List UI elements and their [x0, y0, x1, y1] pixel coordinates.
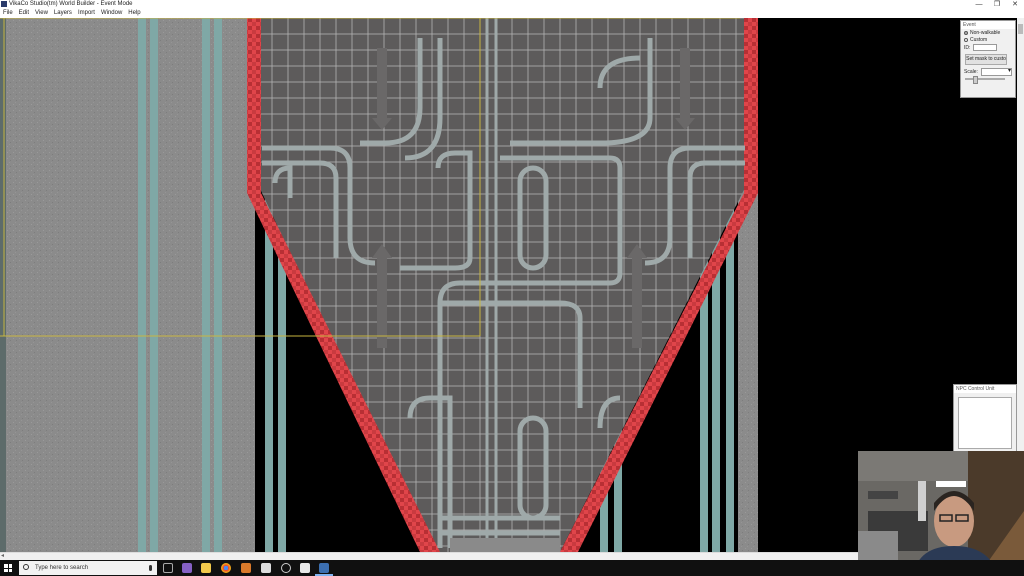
scroll-thumb[interactable] — [1018, 24, 1023, 34]
id-field: ID: — [964, 44, 1012, 51]
bottom-wall — [450, 538, 560, 552]
menu-file[interactable]: File — [3, 9, 13, 18]
vika-icon[interactable] — [319, 563, 329, 573]
settings-icon[interactable] — [281, 563, 291, 573]
radio-non-walkable[interactable]: Non-walkable — [964, 30, 1012, 36]
taskbar: Type here to search — [0, 560, 1024, 576]
search-icon — [23, 564, 29, 570]
visual-studio-icon[interactable] — [182, 563, 192, 573]
npc-control-panel: NPC Control Unit — [953, 384, 1017, 452]
menu-help[interactable]: Help — [128, 9, 140, 18]
id-input[interactable] — [973, 44, 998, 51]
apps-icon[interactable] — [261, 563, 271, 573]
radio-dot-icon — [964, 31, 968, 35]
windows-start-icon[interactable] — [4, 564, 12, 572]
webcam-image — [858, 451, 1024, 576]
menu-bar: File Edit View Layers Import Window Help — [0, 9, 1024, 18]
maximize-button[interactable]: ❐ — [988, 0, 1006, 9]
npc-panel-body — [958, 397, 1012, 449]
window-controls: — ❐ ✕ — [970, 0, 1024, 9]
scroll-left-icon[interactable]: ◂ — [1, 553, 4, 560]
task-view-icon[interactable] — [163, 563, 173, 573]
close-button[interactable]: ✕ — [1006, 0, 1024, 9]
scale-field: Scale: — [964, 67, 1012, 76]
scale-slider[interactable] — [965, 76, 1005, 84]
npc-panel-title: NPC Control Unit — [954, 385, 1016, 393]
menu-edit[interactable]: Edit — [19, 9, 29, 18]
chrome-icon[interactable] — [221, 563, 231, 573]
search-placeholder: Type here to search — [35, 565, 89, 571]
microphone-icon[interactable] — [149, 565, 152, 571]
minimize-button[interactable]: — — [970, 0, 988, 9]
file-explorer-icon[interactable] — [201, 563, 211, 573]
menu-layers[interactable]: Layers — [54, 9, 72, 18]
menu-import[interactable]: Import — [78, 9, 95, 18]
title-bar: VikaCo Studio(tm) World Builder - Event … — [0, 0, 1024, 9]
paint-icon[interactable] — [241, 563, 251, 573]
window-title: VikaCo Studio(tm) World Builder - Event … — [9, 1, 133, 7]
radio-dot-icon — [964, 38, 968, 42]
set-mask-button[interactable]: Set mask to custo — [965, 54, 1007, 65]
webcam-overlay — [858, 451, 1024, 576]
taskbar-search-box[interactable]: Type here to search — [19, 561, 157, 575]
menu-window[interactable]: Window — [101, 9, 122, 18]
world-builder-icon[interactable] — [300, 563, 310, 573]
event-panel: Event Non-walkable Custom ID: Set mask t… — [960, 20, 1016, 98]
event-panel-title: Event — [961, 21, 1015, 29]
menu-view[interactable]: View — [35, 9, 48, 18]
scale-select[interactable] — [980, 67, 1012, 76]
app-icon — [1, 1, 7, 7]
slider-knob[interactable] — [973, 76, 978, 84]
radio-custom[interactable]: Custom — [964, 37, 1012, 43]
